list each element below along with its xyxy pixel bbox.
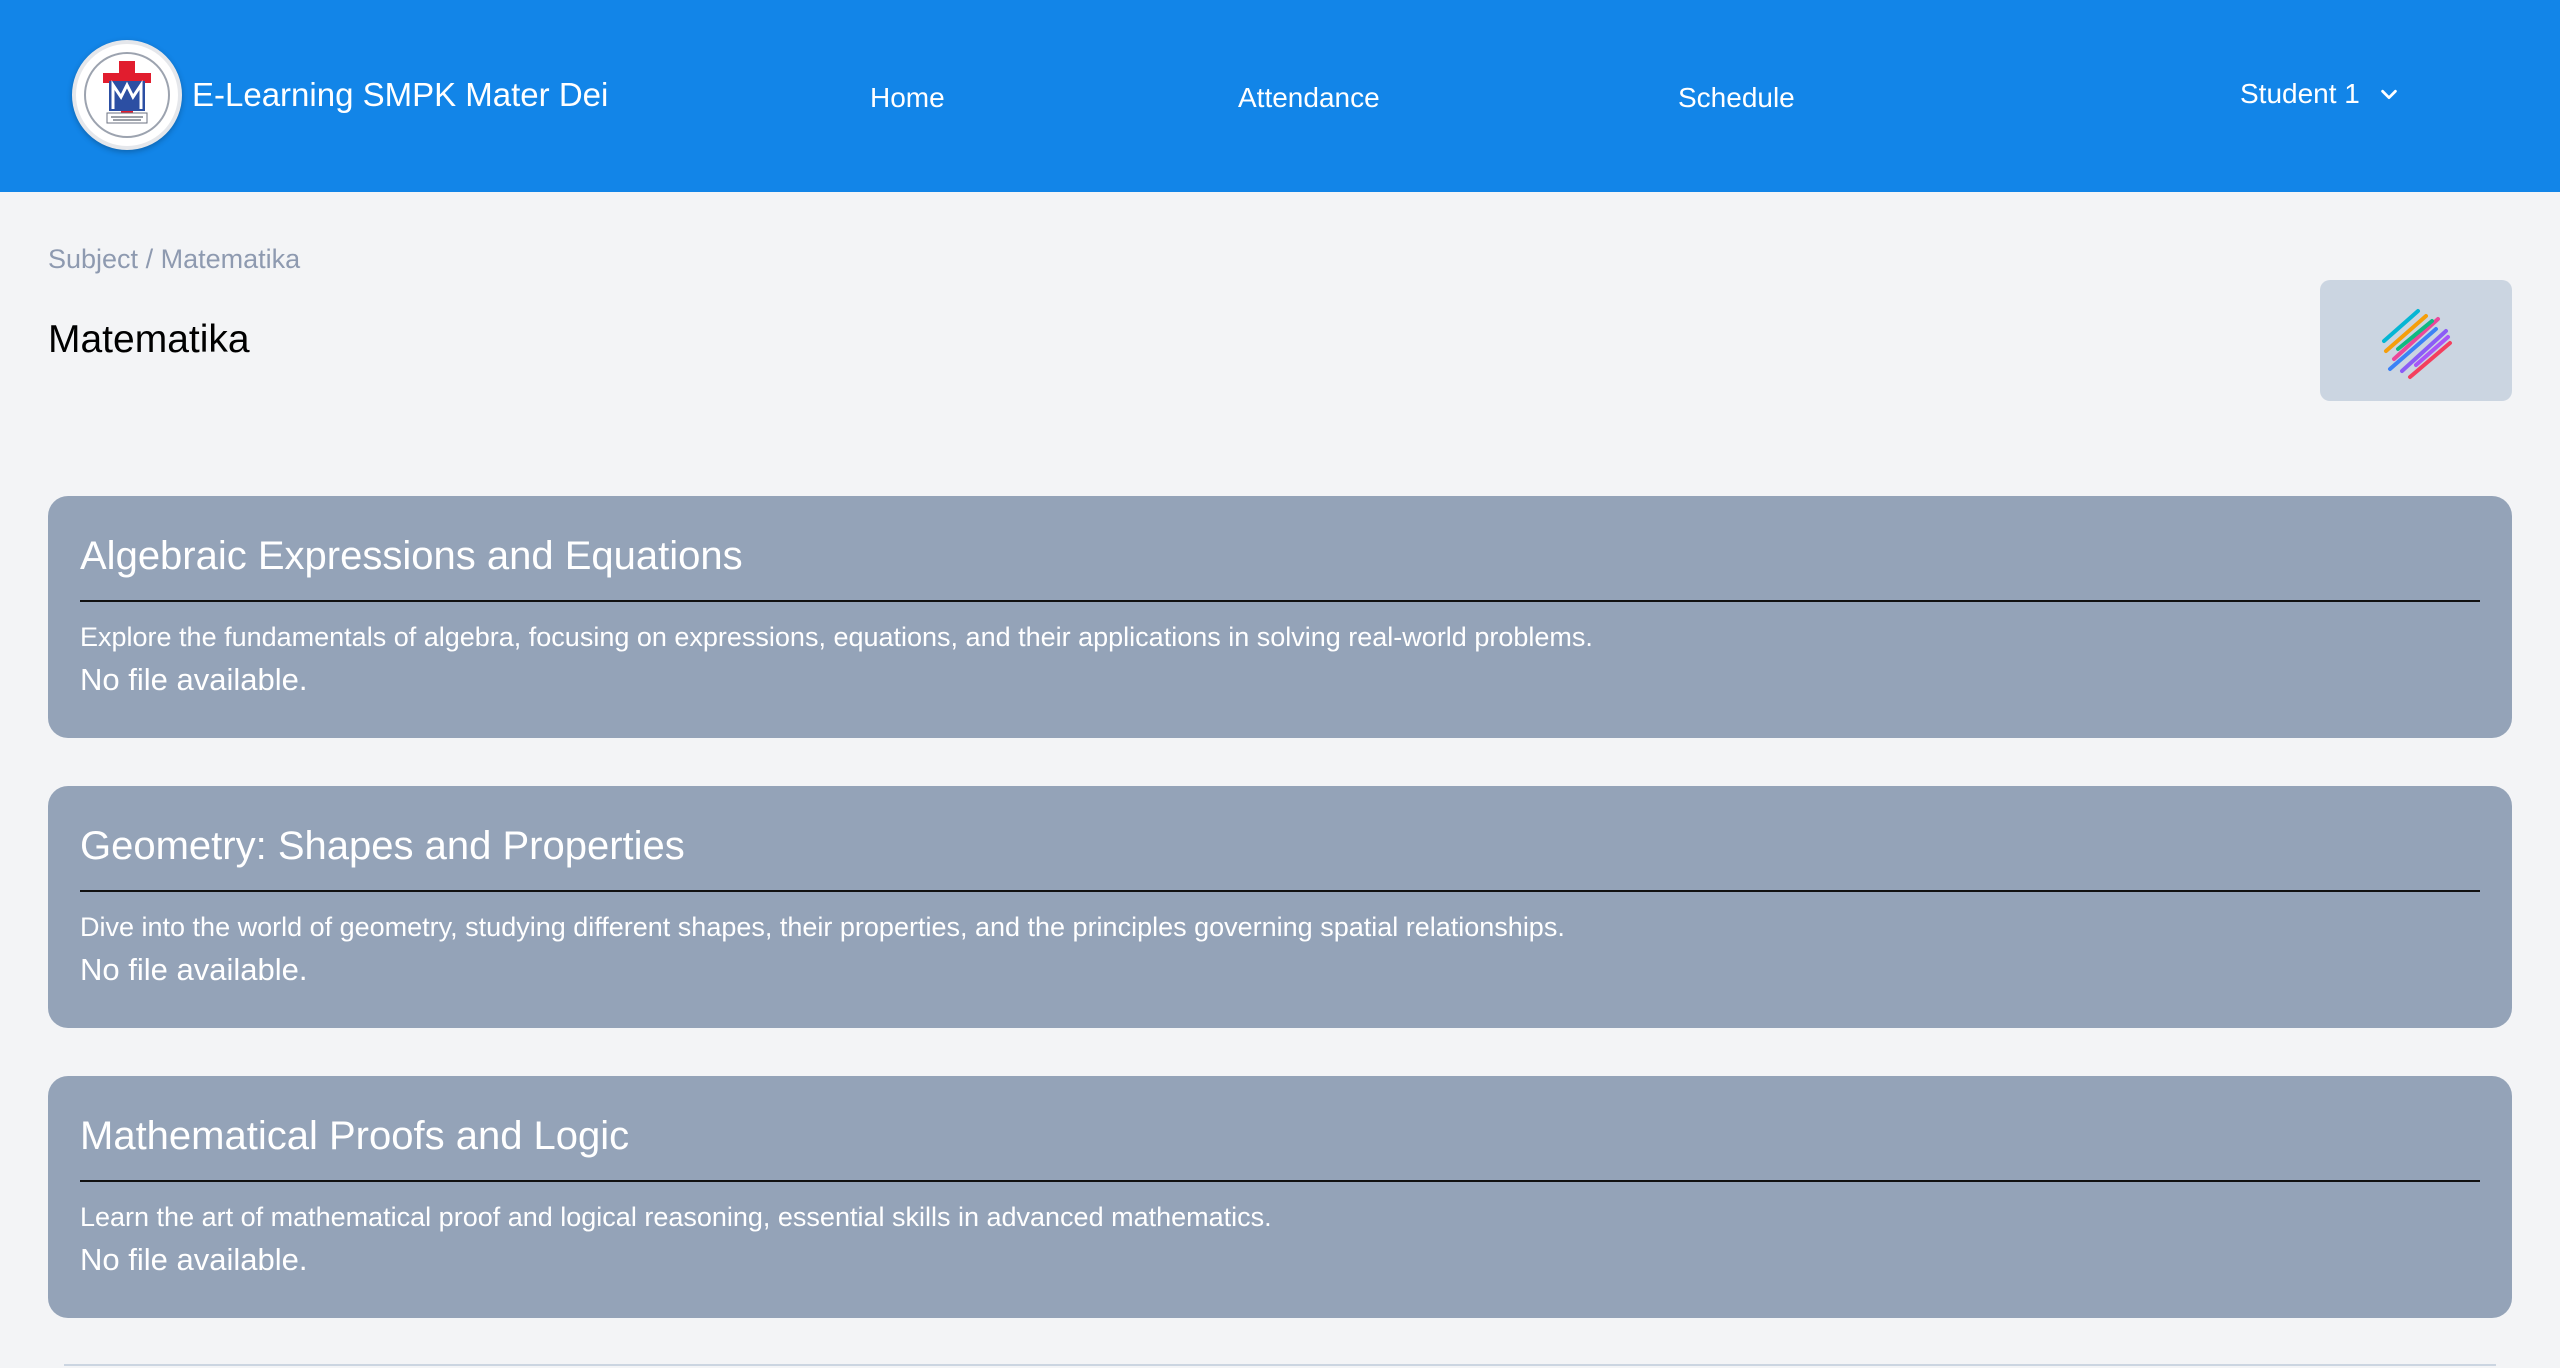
material-title: Algebraic Expressions and Equations <box>80 534 743 578</box>
material-description: Dive into the world of geometry, studyin… <box>80 912 1565 942</box>
material-file-status: No file available. <box>80 662 308 697</box>
next-card-edge <box>64 1364 2496 1366</box>
page-title: Matematika <box>48 318 250 361</box>
material-file-status: No file available. <box>80 1242 308 1277</box>
chevron-down-icon <box>2381 89 2397 100</box>
nav-attendance[interactable]: Attendance <box>1238 82 1380 114</box>
breadcrumb-separator: / <box>138 244 161 274</box>
nav-schedule[interactable]: Schedule <box>1678 82 1795 114</box>
divider <box>80 890 2480 892</box>
school-logo[interactable] <box>72 40 182 150</box>
breadcrumb-current: Matematika <box>160 244 301 274</box>
colorful-streaks-icon <box>2382 308 2452 379</box>
material-description: Learn the art of mathematical proof and … <box>80 1202 1272 1232</box>
material-title: Geometry: Shapes and Properties <box>80 824 685 868</box>
brand-name[interactable]: E-Learning SMPK Mater Dei <box>192 76 608 114</box>
divider <box>80 600 2480 602</box>
material-card[interactable]: Algebraic Expressions and Equations Expl… <box>48 496 2512 738</box>
material-file-status: No file available. <box>80 952 308 987</box>
divider <box>80 1180 2480 1182</box>
user-name: Student 1 <box>2240 78 2360 109</box>
school-crest-icon <box>84 52 170 138</box>
user-menu[interactable]: Student 1 <box>2240 78 2400 110</box>
material-card[interactable]: Geometry: Shapes and Properties Dive int… <box>48 786 2512 1028</box>
material-card[interactable]: Mathematical Proofs and Logic Learn the … <box>48 1076 2512 1318</box>
material-title: Mathematical Proofs and Logic <box>80 1114 630 1158</box>
subject-thumbnail <box>2320 280 2512 401</box>
top-navbar: E-Learning SMPK Mater Dei Home Attendanc… <box>0 0 2560 192</box>
breadcrumb: Subject / Matematika <box>48 244 300 275</box>
material-description: Explore the fundamentals of algebra, foc… <box>80 622 1593 652</box>
nav-home[interactable]: Home <box>870 82 945 114</box>
breadcrumb-subject-link[interactable]: Subject <box>48 244 138 274</box>
